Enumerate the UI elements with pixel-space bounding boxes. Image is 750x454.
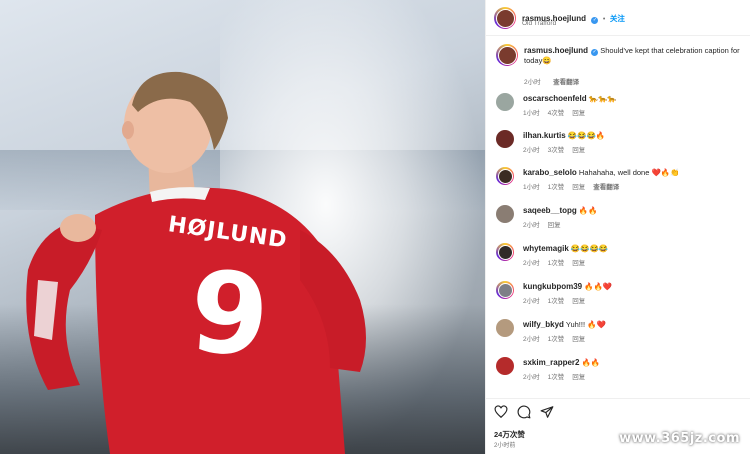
commenter-avatar[interactable] [496,357,514,375]
comment-item: saqeeb__topg 🔥🔥 2小时 回复 [496,205,746,235]
comment-time: 2小时 [523,260,540,267]
comment-likes[interactable]: 1次赞 [548,374,565,381]
post-photo[interactable]: HØJLUND 9 [0,0,485,454]
dot-separator: • [602,16,606,23]
player-hand [60,214,96,242]
verified-badge-icon: ✓ [591,49,599,56]
post-header: rasmus.hoejlund ✓ • 关注 Old Trafford [486,0,750,36]
comment-likes[interactable]: 1次赞 [548,260,565,267]
comment-likes[interactable]: 4次赞 [548,110,565,117]
like-count[interactable]: 24万次赞 [494,429,525,440]
comment-text: 😂😂😂🔥 [567,131,606,140]
reply-button[interactable]: 回复 [572,110,585,117]
caption-username[interactable]: rasmus.hoejlund [524,46,588,55]
commenter-username[interactable]: ilhan.kurtis [523,131,566,140]
comment-text: Yuh!!! 🔥❤️ [565,320,606,329]
reply-button[interactable]: 回复 [548,222,561,229]
comment-text: 🔥🔥 [581,358,601,367]
follow-button[interactable]: 关注 [610,14,625,23]
comment-likes[interactable]: 3次赞 [548,147,565,154]
comment-time: 2小时 [523,222,540,229]
see-translation-link[interactable]: 查看翻译 [593,184,619,191]
comment-text: 🔥🔥 [578,206,598,215]
caption-avatar[interactable] [496,44,518,66]
commenter-avatar[interactable] [496,281,514,299]
commenter-username[interactable]: saqeeb__topg [523,206,577,215]
commenter-avatar[interactable] [496,205,514,223]
reply-button[interactable]: 回复 [572,184,585,191]
comment-item: whytemagik 😂😂😂😂 2小时 1次赞 回复 [496,243,746,273]
commenter-username[interactable]: kungkubpom39 [523,282,582,291]
comment-text: Hahahaha, well done ❤️🔥👏 [578,168,680,177]
post-time: 2小时前 [494,443,516,449]
comment-text: 🐆🐆🐆 [588,94,617,103]
caption-time: 2小时 [524,79,541,86]
reply-button[interactable]: 回复 [572,336,585,343]
comment-time: 1小时 [523,110,540,117]
verified-badge-icon: ✓ [591,17,599,24]
reply-button[interactable]: 回复 [572,298,585,305]
comment-text: 😂😂😂😂 [570,244,609,253]
author-avatar[interactable] [494,7,516,29]
commenter-username[interactable]: sxkim_rapper2 [523,358,579,367]
player-illustration: HØJLUND 9 [26,71,366,454]
comment-time: 2小时 [523,298,540,305]
comment-time: 1小时 [523,184,540,191]
comment-time: 2小时 [523,147,540,154]
commenter-avatar[interactable] [496,243,514,261]
comment-likes[interactable]: 1次赞 [548,336,565,343]
commenter-username[interactable]: wilfy_bkyd [523,320,564,329]
comment-likes[interactable]: 1次赞 [548,184,565,191]
commenter-avatar[interactable] [496,93,514,111]
commenter-avatar[interactable] [496,130,514,148]
see-translation-link[interactable]: 查看翻译 [553,79,579,86]
heart-icon[interactable] [494,405,508,419]
commenter-avatar[interactable] [496,167,514,185]
reply-button[interactable]: 回复 [572,260,585,267]
send-icon[interactable] [540,405,554,419]
comment-item: sxkim_rapper2 🔥🔥 2小时 1次赞 回复 [496,357,746,387]
reply-button[interactable]: 回复 [572,147,585,154]
commenter-username[interactable]: oscarschoenfeld [523,94,587,103]
reply-button[interactable]: 回复 [572,374,585,381]
comment-text: 🔥🔥❤️ [584,282,613,291]
comment-item: ilhan.kurtis 😂😂😂🔥 2小时 3次赞 回复 [496,130,746,160]
post-location[interactable]: Old Trafford [522,20,556,27]
site-watermark: www.365jz.com [619,431,740,446]
commenter-avatar[interactable] [496,319,514,337]
player-ear [122,121,134,139]
comment-item: oscarschoenfeld 🐆🐆🐆 1小时 4次赞 回复 [496,93,746,123]
comment-time: 2小时 [523,336,540,343]
comment-icon[interactable] [517,405,531,419]
jersey-number-text: 9 [186,247,273,382]
comment-item: kungkubpom39 🔥🔥❤️ 2小时 1次赞 回复 [496,281,746,311]
comment-time: 2小时 [523,374,540,381]
comment-item: wilfy_bkyd Yuh!!! 🔥❤️ 2小时 1次赞 回复 [496,319,746,349]
commenter-username[interactable]: karabo_selolo [523,168,577,177]
comment-likes[interactable]: 1次赞 [548,298,565,305]
comment-item: karabo_selolo Hahahaha, well done ❤️🔥👏 1… [496,167,746,197]
commenter-username[interactable]: whytemagik [523,244,569,253]
comments-panel: rasmus.hoejlund ✓ • 关注 Old Trafford rasm… [485,0,750,454]
